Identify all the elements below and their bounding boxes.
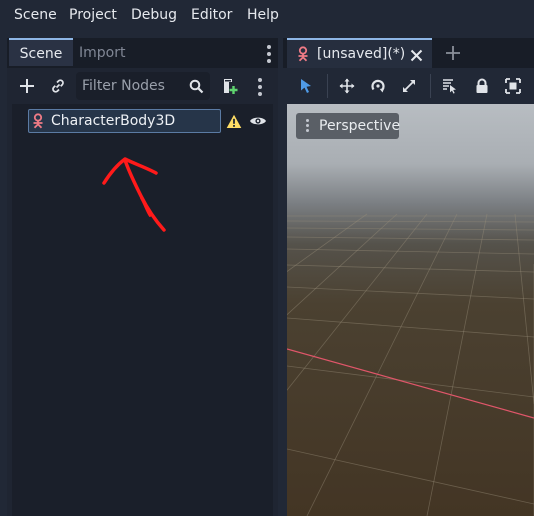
- toolbar-separator: [430, 74, 431, 98]
- tab-import[interactable]: Import: [79, 38, 125, 68]
- list-select-icon[interactable]: [441, 77, 459, 95]
- add-node-icon[interactable]: [17, 76, 37, 96]
- select-tool-icon[interactable]: [297, 77, 315, 95]
- character-body-3d-icon: [31, 113, 47, 129]
- ground-grid: [287, 213, 534, 516]
- view-menu-icon: [306, 119, 310, 135]
- menu-help[interactable]: Help: [247, 0, 279, 32]
- menu-debug[interactable]: Debug: [131, 0, 177, 32]
- filter-nodes-input[interactable]: [76, 72, 184, 100]
- search-icon: [188, 78, 204, 94]
- red-arrow-annotation: [102, 157, 166, 232]
- perspective-label: Perspective: [319, 118, 401, 134]
- scene-tab-unsaved[interactable]: [unsaved](*): [287, 38, 432, 68]
- rotate-tool-icon[interactable]: [369, 77, 387, 95]
- visibility-eye-icon[interactable]: [249, 113, 267, 129]
- link-icon[interactable]: [48, 76, 68, 96]
- scene-dock-tabbar: Scene Import: [7, 38, 278, 68]
- new-tab-plus-icon[interactable]: [445, 45, 461, 61]
- scale-tool-icon[interactable]: [400, 77, 418, 95]
- scene-tab-label: [unsaved](*): [317, 46, 406, 62]
- lock-icon[interactable]: [473, 77, 491, 95]
- filter-nodes-box: [76, 72, 210, 100]
- character-body-3d-icon: [296, 46, 312, 62]
- menu-scene[interactable]: Scene: [14, 0, 57, 32]
- attach-script-icon[interactable]: [220, 76, 238, 96]
- group-icon[interactable]: [504, 77, 522, 95]
- menu-editor[interactable]: Editor: [191, 0, 232, 32]
- tree-node-row[interactable]: CharacterBody3D: [28, 109, 221, 133]
- node-label: CharacterBody3D: [51, 113, 176, 129]
- viewport-toolbar: [287, 68, 534, 104]
- scene-tree-menu-icon[interactable]: [258, 78, 262, 99]
- menu-bar: Scene Project Debug Editor Help: [0, 0, 534, 32]
- 3d-viewport[interactable]: Perspective: [287, 104, 534, 516]
- toolbar-separator: [327, 74, 328, 98]
- move-tool-icon[interactable]: [338, 77, 356, 95]
- tab-scene[interactable]: Scene: [9, 38, 73, 66]
- close-icon[interactable]: [410, 47, 424, 62]
- warning-icon[interactable]: [226, 113, 242, 129]
- perspective-menu-button[interactable]: Perspective: [296, 113, 401, 139]
- dock-menu-icon[interactable]: [267, 45, 271, 66]
- menu-project[interactable]: Project: [69, 0, 117, 32]
